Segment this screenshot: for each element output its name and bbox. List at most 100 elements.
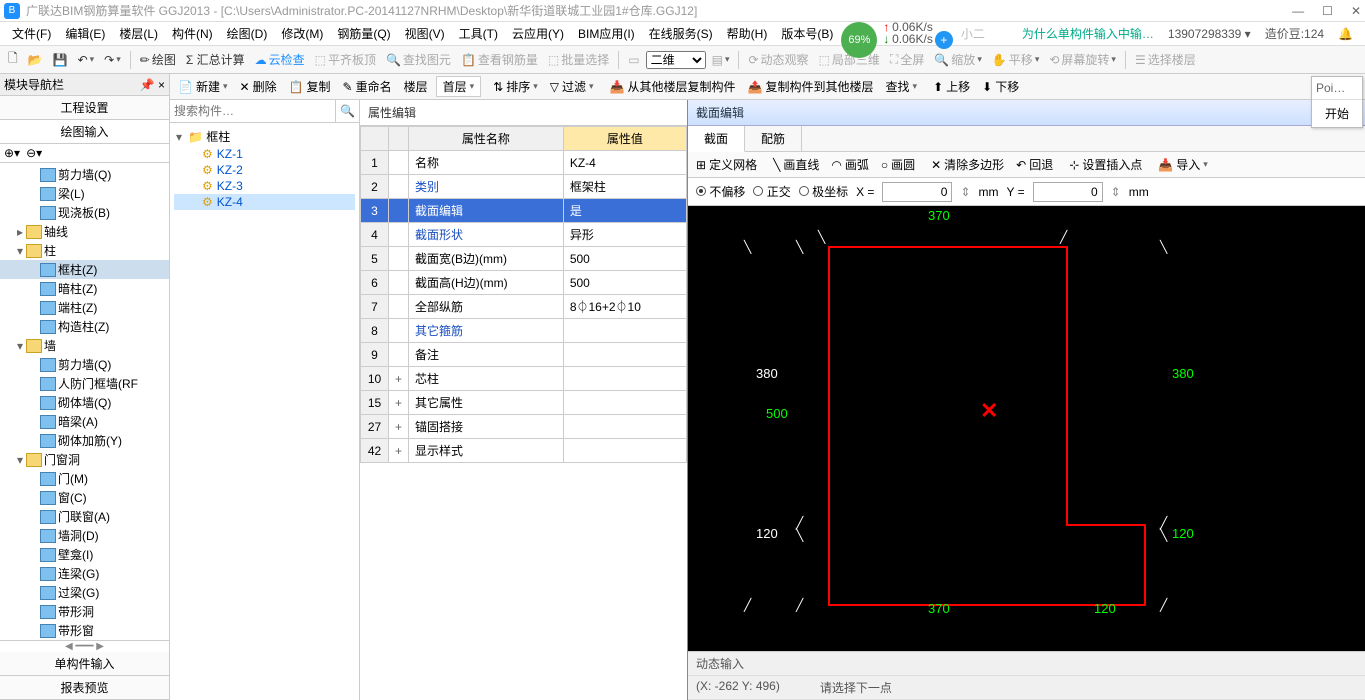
draw-circle-button[interactable]: ○ 画圆 bbox=[877, 154, 919, 175]
tab-rebar[interactable]: 配筋 bbox=[745, 126, 802, 151]
cursor-icon[interactable]: ▭ bbox=[624, 51, 643, 69]
tab-single-input[interactable]: 单构件输入 bbox=[0, 652, 169, 676]
minimize-button[interactable]: — bbox=[1292, 4, 1304, 18]
property-row[interactable]: 5截面宽(B边)(mm)500 bbox=[361, 247, 687, 271]
comp-item[interactable]: ⚙KZ-2 bbox=[174, 162, 355, 178]
plus-button[interactable]: + bbox=[935, 31, 953, 49]
menu-file[interactable]: 文件(F) bbox=[6, 23, 57, 44]
nav-node[interactable]: 窗(C) bbox=[0, 488, 169, 507]
percent-badge[interactable]: 69% bbox=[841, 22, 877, 58]
nav-node[interactable]: 过梁(G) bbox=[0, 583, 169, 602]
nav-node[interactable]: ▾柱 bbox=[0, 241, 169, 260]
search-icon[interactable]: 🔍 bbox=[335, 100, 359, 122]
batch-select-button[interactable]: ⬚ 批量选择 bbox=[544, 49, 613, 70]
cloud-check-button[interactable]: ☁ 云检查 bbox=[251, 49, 309, 70]
start-button[interactable]: 开始 bbox=[1312, 100, 1362, 127]
phone-number[interactable]: 13907298339 ▾ bbox=[1162, 25, 1257, 43]
comp-item[interactable]: ⚙KZ-3 bbox=[174, 178, 355, 194]
nav-node[interactable]: 剪力墙(Q) bbox=[0, 165, 169, 184]
property-table[interactable]: 属性名称 属性值 1名称KZ-42类别框架柱3截面编辑是4截面形状异形5截面宽(… bbox=[360, 126, 687, 463]
menu-tool[interactable]: 工具(T) bbox=[453, 23, 504, 44]
property-row[interactable]: 15+其它属性 bbox=[361, 391, 687, 415]
floor-select[interactable]: 首层 bbox=[436, 76, 482, 97]
floating-panel[interactable]: Poi… 开始 bbox=[1311, 76, 1363, 128]
flat-top-button[interactable]: ⬚ 平齐板顶 bbox=[311, 49, 380, 70]
menu-help[interactable]: 帮助(H) bbox=[721, 23, 774, 44]
screen-rotate-button[interactable]: ⟲ 屏幕旋转 bbox=[1045, 49, 1120, 70]
radio-ortho[interactable]: 正交 bbox=[753, 183, 790, 200]
menu-modify[interactable]: 修改(M) bbox=[275, 23, 329, 44]
property-row[interactable]: 4截面形状异形 bbox=[361, 223, 687, 247]
nav-node[interactable]: 砌体墙(Q) bbox=[0, 393, 169, 412]
menu-cloud[interactable]: 云应用(Y) bbox=[506, 23, 570, 44]
property-row[interactable]: 42+显示样式 bbox=[361, 439, 687, 463]
menu-floor[interactable]: 楼层(L) bbox=[113, 23, 164, 44]
undo-icon[interactable]: ↶ bbox=[74, 51, 99, 69]
property-row[interactable]: 8其它箍筋 bbox=[361, 319, 687, 343]
remove-icon[interactable]: ⊖▾ bbox=[26, 146, 42, 160]
y-input[interactable] bbox=[1033, 182, 1103, 202]
sum-button[interactable]: Σ 汇总计算 bbox=[182, 49, 249, 70]
property-row[interactable]: 6截面高(H边)(mm)500 bbox=[361, 271, 687, 295]
draw-line-button[interactable]: ╲ 画直线 bbox=[769, 154, 823, 175]
nav-node[interactable]: 暗柱(Z) bbox=[0, 279, 169, 298]
sort-button[interactable]: ⇅ 排序 bbox=[489, 76, 542, 97]
nav-node[interactable]: 端柱(Z) bbox=[0, 298, 169, 317]
nav-node[interactable]: ▸轴线 bbox=[0, 222, 169, 241]
search-input[interactable] bbox=[170, 100, 335, 122]
draw-arc-button[interactable]: ◠ 画弧 bbox=[827, 154, 873, 175]
assistant-label[interactable]: 小二 bbox=[955, 23, 991, 44]
nav-node[interactable]: 壁龛(I) bbox=[0, 545, 169, 564]
property-row[interactable]: 10+芯柱 bbox=[361, 367, 687, 391]
pin-icon[interactable]: 📌 bbox=[140, 78, 155, 92]
tab-section[interactable]: 截面 bbox=[688, 126, 745, 152]
select-floor-button[interactable]: ☰ 选择楼层 bbox=[1131, 49, 1200, 70]
import-button[interactable]: 📥 导入 bbox=[1154, 154, 1212, 175]
open-file-icon[interactable]: 📂 bbox=[24, 51, 47, 69]
move-down-button[interactable]: ⬇ 下移 bbox=[978, 76, 1023, 97]
nav-node[interactable]: 现浇板(B) bbox=[0, 203, 169, 222]
menu-online[interactable]: 在线服务(S) bbox=[643, 23, 719, 44]
menu-draw[interactable]: 绘图(D) bbox=[221, 23, 274, 44]
rebuild-button[interactable]: ⟳ 动态观察 bbox=[744, 49, 812, 70]
property-row[interactable]: 1名称KZ-4 bbox=[361, 151, 687, 175]
view-mode-select[interactable]: 二维 bbox=[646, 51, 706, 69]
property-row[interactable]: 2类别框架柱 bbox=[361, 175, 687, 199]
property-row[interactable]: 3截面编辑是 bbox=[361, 199, 687, 223]
find-elem-button[interactable]: 🔍 查找图元 bbox=[382, 49, 455, 70]
nav-tree[interactable]: 剪力墙(Q)梁(L)现浇板(B)▸轴线▾柱框柱(Z)暗柱(Z)端柱(Z)构造柱(… bbox=[0, 163, 169, 640]
add-icon[interactable]: ⊕▾ bbox=[4, 146, 20, 160]
nav-node[interactable]: 人防门框墙(RF bbox=[0, 374, 169, 393]
ad-link[interactable]: 为什么单构件输入中输… bbox=[1016, 23, 1160, 44]
move-up-button[interactable]: ⬆ 上移 bbox=[929, 76, 974, 97]
nav-node[interactable]: 带形洞 bbox=[0, 602, 169, 621]
save-icon[interactable]: 💾 bbox=[49, 51, 72, 69]
fullscreen-button[interactable]: ⛶ 全屏 bbox=[886, 49, 928, 70]
component-tree[interactable]: ▾📁 框柱⚙KZ-1⚙KZ-2⚙KZ-3⚙KZ-4 bbox=[170, 123, 359, 700]
x-input[interactable] bbox=[882, 182, 952, 202]
radio-no-offset[interactable]: 不偏移 bbox=[696, 183, 745, 200]
maximize-button[interactable]: ☐ bbox=[1322, 4, 1333, 18]
nav-node[interactable]: 暗梁(A) bbox=[0, 412, 169, 431]
tab-draw-input[interactable]: 绘图输入 bbox=[0, 120, 169, 144]
menu-edit[interactable]: 编辑(E) bbox=[59, 23, 111, 44]
redo-icon[interactable]: ↷ bbox=[100, 51, 125, 69]
comp-item[interactable]: ⚙KZ-4 bbox=[174, 194, 355, 210]
comp-item[interactable]: ⚙KZ-1 bbox=[174, 146, 355, 162]
menu-component[interactable]: 构件(N) bbox=[166, 23, 219, 44]
rename-button[interactable]: ✎ 重命名 bbox=[339, 76, 396, 97]
section-canvas[interactable]: 370 500 380 120 380 120 370 120 ✕ ╲╱ ╲╱ … bbox=[688, 206, 1365, 651]
comp-root[interactable]: ▾📁 框柱 bbox=[174, 127, 355, 146]
tab-project-settings[interactable]: 工程设置 bbox=[0, 96, 169, 120]
nav-node[interactable]: 砌体加筋(Y) bbox=[0, 431, 169, 450]
property-row[interactable]: 7全部纵筋8⏀16+2⏀10 bbox=[361, 295, 687, 319]
find-button[interactable]: 查找 bbox=[882, 76, 922, 97]
undo-button[interactable]: ↶ 回退 bbox=[1012, 154, 1057, 175]
menu-view[interactable]: 视图(V) bbox=[399, 23, 451, 44]
pan-button[interactable]: ✋ 平移 bbox=[988, 49, 1044, 70]
clear-polygon-button[interactable]: ✕ 清除多边形 bbox=[927, 154, 1008, 175]
property-row[interactable]: 9备注 bbox=[361, 343, 687, 367]
bell-icon[interactable]: 🔔 bbox=[1332, 25, 1359, 43]
nav-node[interactable]: 带形窗 bbox=[0, 621, 169, 640]
nav-node[interactable]: ▾墙 bbox=[0, 336, 169, 355]
